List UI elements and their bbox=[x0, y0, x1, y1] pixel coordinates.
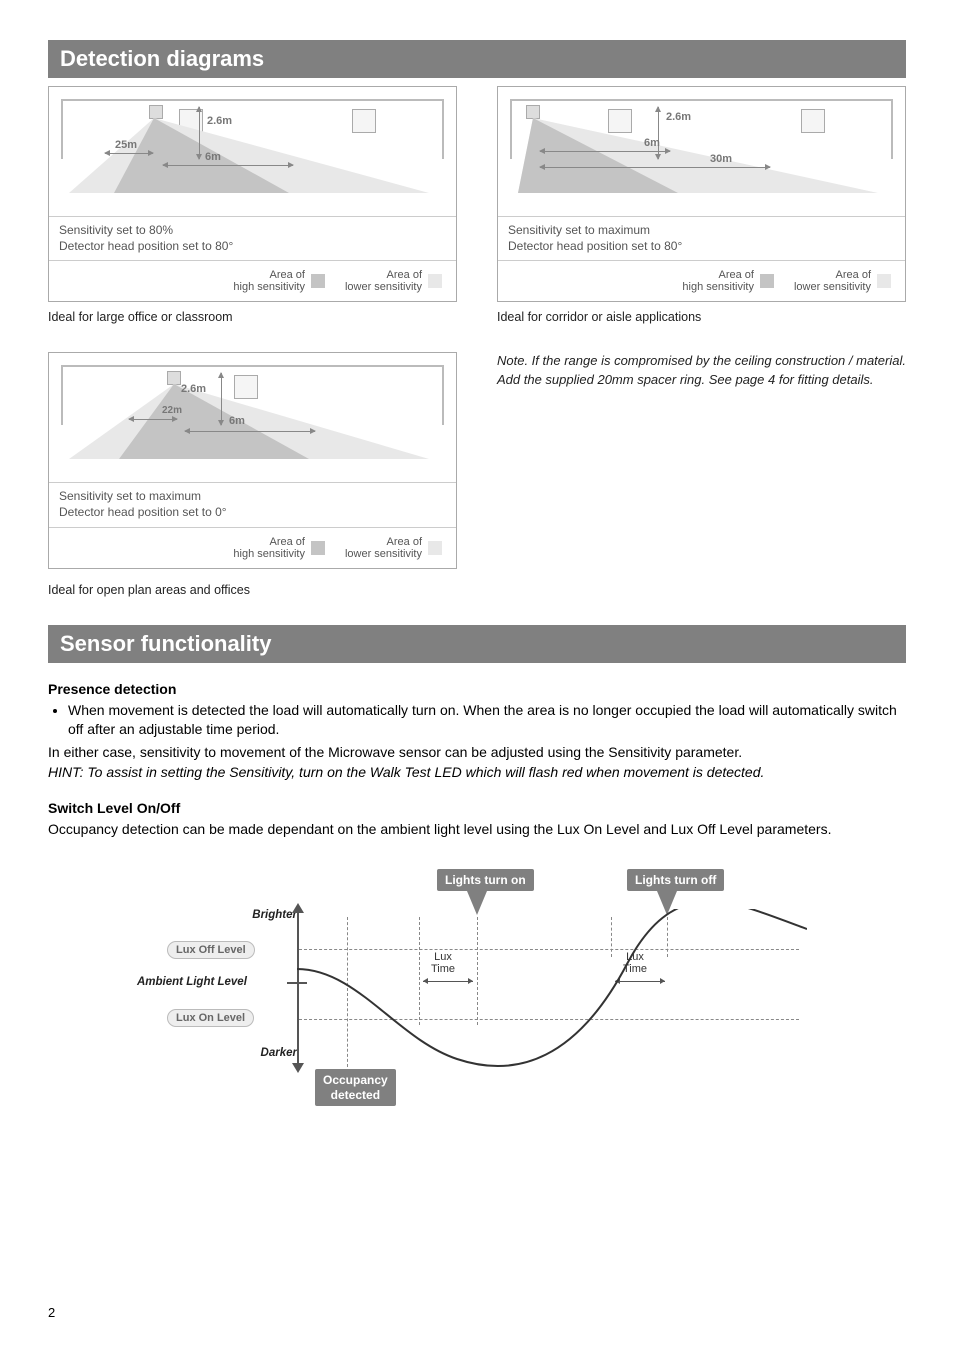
height-label: 2.6m bbox=[666, 111, 691, 123]
setting-line-2: Detector head position set to 80° bbox=[508, 239, 895, 255]
brighter-label: Brighter bbox=[252, 909, 297, 921]
page-number: 2 bbox=[48, 1305, 55, 1320]
hi-range-label: 6m bbox=[644, 137, 660, 149]
lux-chart: Brighter Lux Off Level Ambient Light Lev… bbox=[137, 869, 817, 1129]
legend-low: Area of lower sensitivity bbox=[345, 536, 422, 560]
legend-high: Area of high sensitivity bbox=[682, 269, 754, 293]
lo-range-label: 6m bbox=[229, 415, 245, 427]
cone-icon bbox=[59, 118, 439, 208]
section-header-detection: Detection diagrams bbox=[48, 40, 906, 78]
darker-label: Darker bbox=[261, 1047, 297, 1059]
presence-heading: Presence detection bbox=[48, 681, 906, 697]
presence-hint: HINT: To assist in setting the Sensitivi… bbox=[48, 763, 906, 782]
setting-line-1: Sensitivity set to maximum bbox=[508, 223, 895, 239]
legend-low: Area of lower sensitivity bbox=[345, 269, 422, 293]
caption-3: Ideal for open plan areas and offices bbox=[48, 583, 457, 597]
hi-range-label: 25m bbox=[115, 139, 137, 151]
swatch-low bbox=[428, 541, 442, 555]
cone-icon bbox=[59, 384, 439, 474]
cone-icon bbox=[508, 118, 888, 208]
caption-1: Ideal for large office or classroom bbox=[48, 310, 457, 324]
legend-high: Area of high sensitivity bbox=[233, 536, 305, 560]
height-label: 2.6m bbox=[207, 115, 232, 127]
compromise-note: Note. If the range is compromised by the… bbox=[497, 352, 906, 388]
setting-line-1: Sensitivity set to maximum bbox=[59, 489, 446, 505]
legend-low: Area of lower sensitivity bbox=[794, 269, 871, 293]
diagram-2: 2.6m 6m 30m Sensitivity set to maximum D… bbox=[497, 86, 906, 324]
light-curve bbox=[297, 909, 807, 1069]
occupancy-box: Occupancydetected bbox=[315, 1069, 396, 1106]
swatch-high bbox=[760, 274, 774, 288]
swatch-high bbox=[311, 541, 325, 555]
lo-range-label: 6m bbox=[205, 151, 221, 163]
lights-on-box: Lights turn on bbox=[437, 869, 534, 891]
diagram-1: 2.6m 25m 6m Sensitivity set to 80% Detec… bbox=[48, 86, 457, 324]
diagram-3: 2.6m 22m 6m Sensitivity set to maximum D… bbox=[48, 352, 457, 596]
legend-high: Area of high sensitivity bbox=[233, 269, 305, 293]
presence-line2: In either case, sensitivity to movement … bbox=[48, 743, 906, 762]
caption-2: Ideal for corridor or aisle applications bbox=[497, 310, 906, 324]
section-header-sensor: Sensor functionality bbox=[48, 625, 906, 663]
setting-line-1: Sensitivity set to 80% bbox=[59, 223, 446, 239]
lux-off-pill: Lux Off Level bbox=[167, 941, 255, 959]
lux-on-pill: Lux On Level bbox=[167, 1009, 254, 1027]
switch-heading: Switch Level On/Off bbox=[48, 800, 906, 816]
swatch-high bbox=[311, 274, 325, 288]
swatch-low bbox=[877, 274, 891, 288]
hi-range-label: 22m bbox=[162, 405, 182, 416]
setting-line-2: Detector head position set to 0° bbox=[59, 505, 446, 521]
swatch-low bbox=[428, 274, 442, 288]
axis-label: Ambient Light Level bbox=[137, 976, 247, 988]
lo-range-label: 30m bbox=[710, 153, 732, 165]
presence-bullet: When movement is detected the load will … bbox=[68, 701, 906, 739]
height-label: 2.6m bbox=[181, 383, 206, 395]
setting-line-2: Detector head position set to 80° bbox=[59, 239, 446, 255]
lights-off-box: Lights turn off bbox=[627, 869, 724, 891]
switch-body: Occupancy detection can be made dependan… bbox=[48, 820, 906, 839]
